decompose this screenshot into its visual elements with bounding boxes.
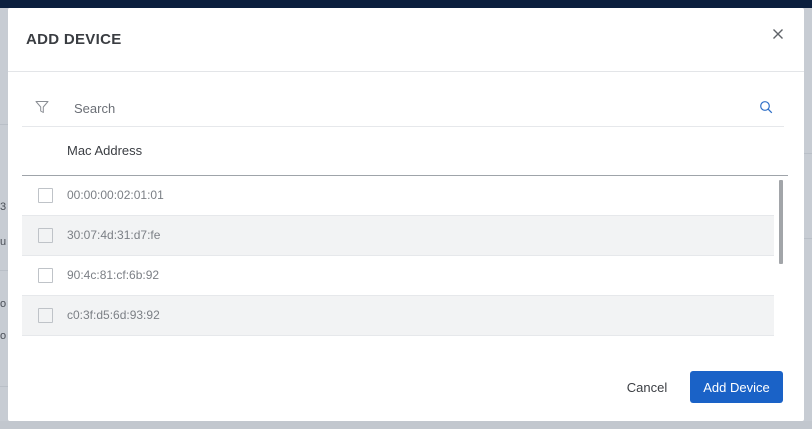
background-divider bbox=[0, 270, 8, 271]
scrollbar[interactable] bbox=[774, 176, 788, 336]
table-header: Mac Address bbox=[22, 127, 788, 176]
table-row[interactable]: 90:4c:81:cf:6b:92 bbox=[22, 256, 774, 296]
add-device-button[interactable]: Add Device bbox=[690, 371, 783, 403]
background-text-fragment: u bbox=[0, 236, 7, 248]
table-row[interactable]: 30:07:4d:31:d7:fe bbox=[22, 216, 774, 256]
background-top-bar bbox=[0, 0, 812, 8]
column-header-mac-address[interactable]: Mac Address bbox=[67, 143, 142, 158]
table-row[interactable]: 00:00:00:02:01:01 bbox=[22, 176, 774, 216]
background-divider bbox=[804, 153, 812, 154]
close-icon[interactable] bbox=[770, 26, 786, 42]
mac-address-cell: c0:3f:d5:6d:93:92 bbox=[67, 308, 160, 322]
background-right-panel bbox=[804, 8, 812, 429]
row-checkbox[interactable] bbox=[38, 268, 53, 283]
background-divider bbox=[0, 386, 8, 387]
table-row[interactable]: c0:3f:d5:6d:93:92 bbox=[22, 296, 774, 336]
add-device-modal: ADD DEVICE Mac Address 00:00:00:02:01:01 bbox=[8, 8, 804, 421]
search-icon[interactable] bbox=[759, 100, 773, 114]
mac-address-cell: 90:4c:81:cf:6b:92 bbox=[67, 268, 160, 282]
search-input[interactable] bbox=[72, 96, 676, 120]
mac-address-cell: 00:00:00:02:01:01 bbox=[67, 188, 164, 202]
filter-icon[interactable] bbox=[35, 100, 49, 114]
mac-address-cell: 30:07:4d:31:d7:fe bbox=[67, 228, 161, 242]
background-text-fragment: o bbox=[0, 330, 7, 342]
row-checkbox[interactable] bbox=[38, 308, 53, 323]
background-divider bbox=[804, 238, 812, 239]
row-checkbox[interactable] bbox=[38, 188, 53, 203]
cancel-button[interactable]: Cancel bbox=[614, 372, 680, 402]
background-bottom-strip bbox=[0, 421, 812, 429]
modal-title: ADD DEVICE bbox=[26, 31, 122, 48]
scrollbar-thumb[interactable] bbox=[779, 180, 783, 264]
row-checkbox[interactable] bbox=[38, 228, 53, 243]
search-bar bbox=[22, 90, 784, 127]
background-divider bbox=[0, 124, 8, 125]
background-text-fragment: 3 bbox=[0, 201, 7, 213]
modal-header: ADD DEVICE bbox=[8, 8, 804, 72]
device-list: 00:00:00:02:01:01 30:07:4d:31:d7:fe 90:4… bbox=[22, 176, 774, 336]
background-text-fragment: o bbox=[0, 298, 7, 310]
background-left-panel: 3 u o o bbox=[0, 8, 8, 429]
